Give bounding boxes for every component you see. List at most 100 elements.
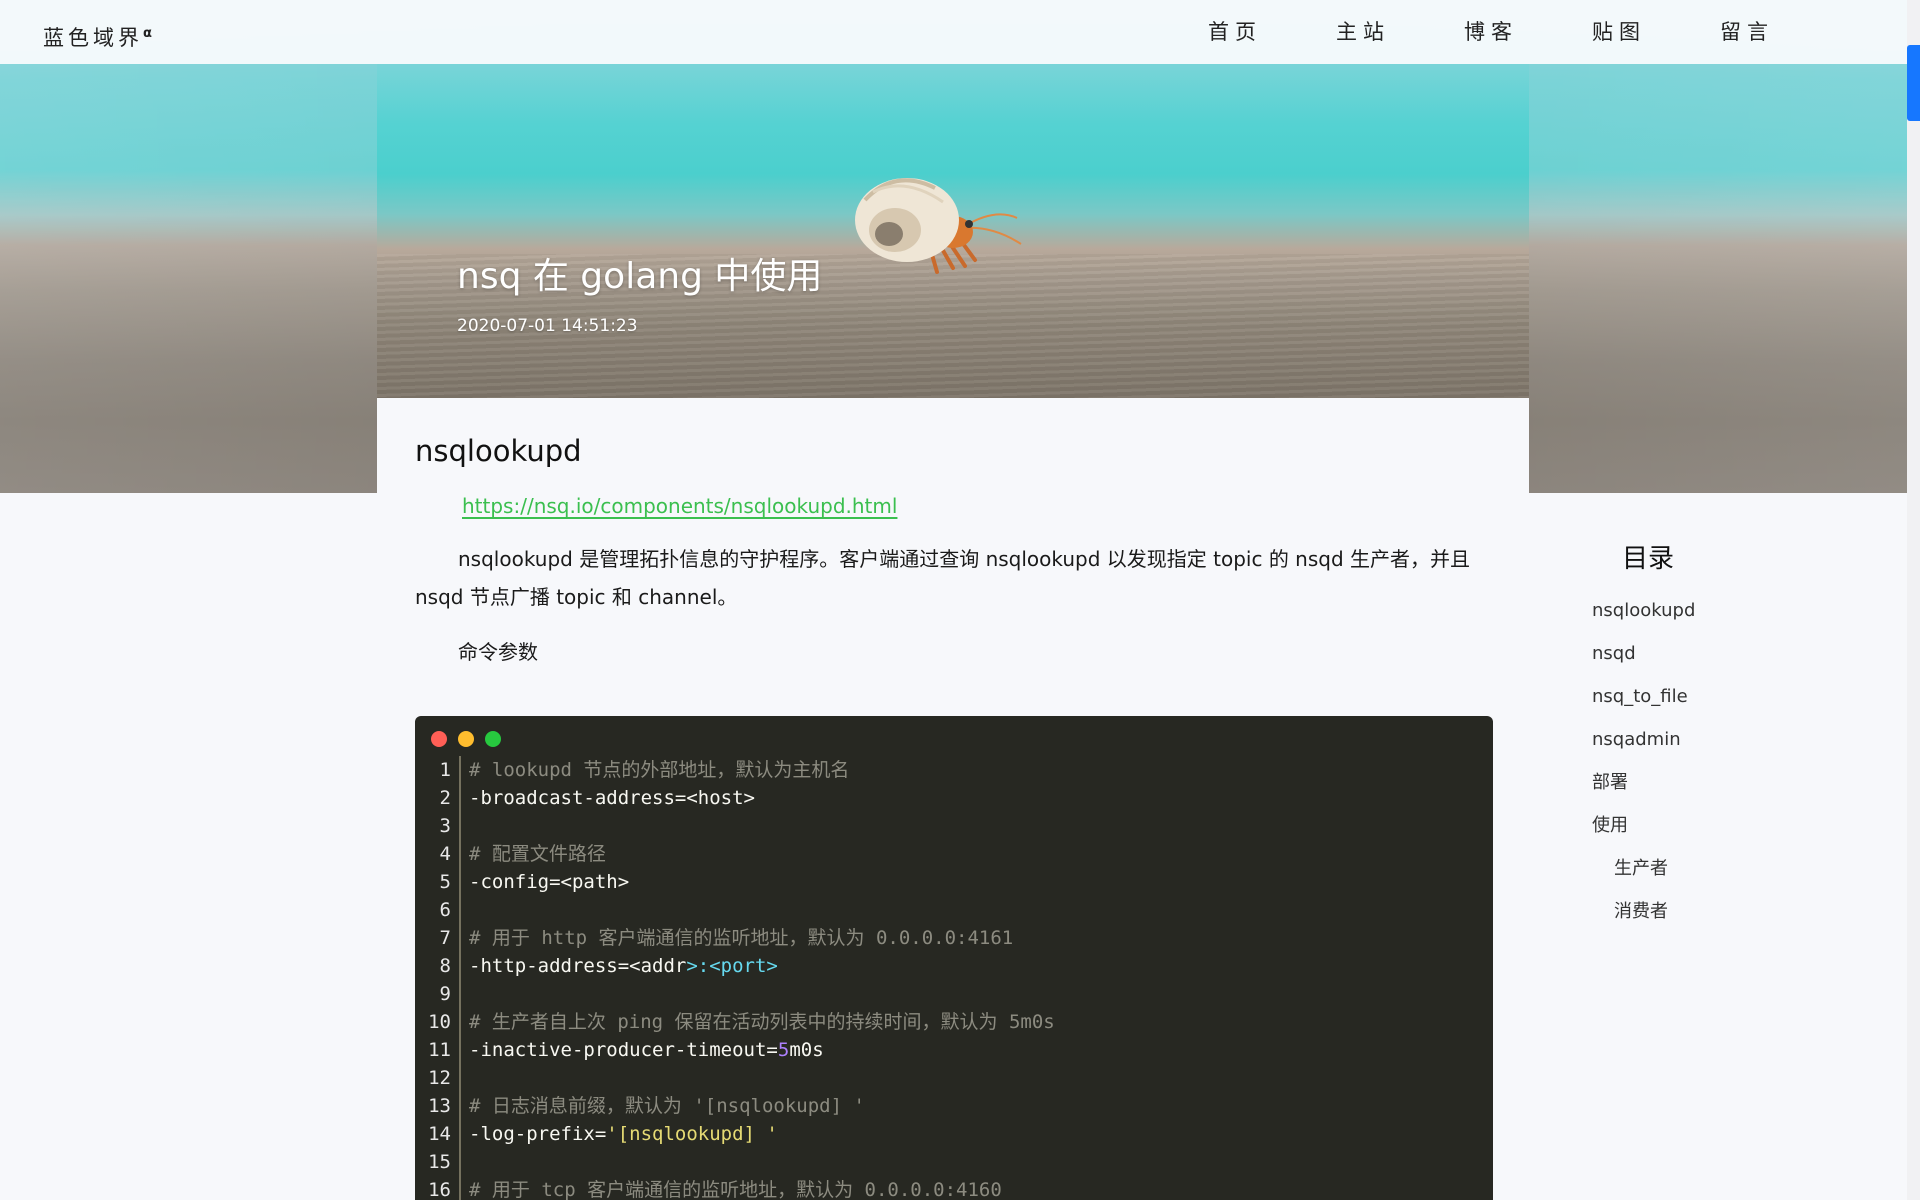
- code-token-str: '[nsqlookupd] ': [606, 1123, 778, 1145]
- code-token-comment: # 用于 http 客户端通信的监听地址，默认为 0.0.0.0:4161: [469, 927, 1014, 949]
- code-text: # 配置文件路径: [461, 840, 606, 868]
- code-token-comment: # lookupd 节点的外部地址，默认为主机名: [469, 759, 850, 781]
- nsqlookupd-docs-link[interactable]: https://nsq.io/components/nsqlookupd.htm…: [462, 494, 897, 518]
- code-line: 11 -inactive-producer-timeout=5m0s: [415, 1036, 1493, 1064]
- post-title: nsq 在 golang 中使用: [457, 256, 823, 297]
- code-token-comment: # 生产者自上次 ping 保留在活动列表中的持续时间，默认为 5m0s: [469, 1011, 1055, 1033]
- code-text: # lookupd 节点的外部地址，默认为主机名: [461, 756, 849, 784]
- code-line: 14 -log-prefix='[nsqlookupd] ': [415, 1120, 1493, 1148]
- toc-item[interactable]: nsq_to_file: [1592, 679, 1812, 722]
- code-block: 1 # lookupd 节点的外部地址，默认为主机名 2 -broadcast-add…: [415, 716, 1493, 1200]
- site-brand-name: 蓝色域界: [43, 26, 143, 50]
- line-number: 15: [415, 1148, 461, 1176]
- window-dots: [431, 731, 501, 747]
- line-number: 13: [415, 1092, 461, 1120]
- close-dot: [431, 731, 447, 747]
- hermit-crab-illustration: [855, 178, 1022, 274]
- intro-paragraph: nsqlookupd 是管理拓扑信息的守护程序。客户端通过查询 nsqlooku…: [415, 547, 1471, 609]
- top-navigation: 蓝色域界α 首页 主站 博客 贴图 留言: [0, 0, 1907, 64]
- code-token-plain: -http-address=<addr: [469, 955, 687, 977]
- minimize-dot: [458, 731, 474, 747]
- toc-item[interactable]: 使用: [1592, 808, 1812, 851]
- code-line: 16 # 用于 tcp 客户端通信的监听地址，默认为 0.0.0.0:4160: [415, 1176, 1493, 1200]
- code-line: 1 # lookupd 节点的外部地址，默认为主机名: [415, 756, 1493, 784]
- code-token-num: 5: [777, 1039, 790, 1061]
- code-line: 9: [415, 980, 1493, 1008]
- toc-item[interactable]: nsqd: [1592, 636, 1812, 679]
- nav-link-0[interactable]: 首页: [1171, 16, 1299, 46]
- code-token-comment: # 用于 tcp 客户端通信的监听地址，默认为 0.0.0.0:4160: [469, 1179, 1002, 1200]
- code-line: 2 -broadcast-address=<host>: [415, 784, 1493, 812]
- line-number: 10: [415, 1008, 461, 1036]
- toc-item[interactable]: 消费者: [1592, 894, 1812, 937]
- line-number: 11: [415, 1036, 461, 1064]
- line-number: 2: [415, 784, 461, 812]
- toc-item[interactable]: nsqlookupd: [1592, 593, 1812, 636]
- line-number: 5: [415, 868, 461, 896]
- code-line: 12: [415, 1064, 1493, 1092]
- code-token-plain: -config=<path>: [469, 871, 630, 893]
- code-token-plain: m0s: [789, 1039, 824, 1061]
- code-token-plain: -log-prefix=: [469, 1123, 607, 1145]
- code-lines: 1 # lookupd 节点的外部地址，默认为主机名 2 -broadcast-add…: [415, 756, 1493, 1200]
- code-text: -inactive-producer-timeout=5m0s: [461, 1036, 824, 1064]
- code-line: 8 -http-address=<addr>:<port>: [415, 952, 1493, 980]
- code-text: -http-address=<addr>:<port>: [461, 952, 778, 980]
- code-text: # 日志消息前缀，默认为 '[nsqlookupd] ': [461, 1092, 865, 1120]
- line-number: 9: [415, 980, 461, 1008]
- params-label: 命令参数: [458, 640, 538, 664]
- line-number: 1: [415, 756, 461, 784]
- code-line: 10 # 生产者自上次 ping 保留在活动列表中的持续时间，默认为 5m0s: [415, 1008, 1493, 1036]
- nav-links: 首页 主站 博客 贴图 留言: [1171, 16, 1811, 46]
- code-token-plain: -broadcast-address=<host>: [469, 787, 755, 809]
- code-line: 4 # 配置文件路径: [415, 840, 1493, 868]
- code-token-plain: -inactive-producer-timeout=: [469, 1039, 778, 1061]
- section-heading: nsqlookupd: [415, 434, 582, 468]
- nav-link-1[interactable]: 主站: [1299, 16, 1427, 46]
- toc-item[interactable]: nsqadmin: [1592, 722, 1812, 765]
- code-text: # 用于 http 客户端通信的监听地址，默认为 0.0.0.0:4161: [461, 924, 1013, 952]
- line-number: 6: [415, 896, 461, 924]
- toc-title: 目录: [1622, 544, 1675, 574]
- table-of-contents: 目录 nsqlookupd nsqd nsq_to_file nsqadmin 部署 使用…: [1592, 538, 1812, 937]
- toc-items: nsqlookupd nsqd nsq_to_file nsqadmin 部署 使用 生产者…: [1592, 593, 1812, 937]
- maximize-dot: [485, 731, 501, 747]
- nav-link-3[interactable]: 贴图: [1555, 16, 1683, 46]
- code-token-tag: >:<port>: [686, 955, 778, 977]
- code-text: # 用于 tcp 客户端通信的监听地址，默认为 0.0.0.0:4160: [461, 1176, 1002, 1200]
- toc-item[interactable]: 生产者: [1592, 851, 1812, 894]
- line-number: 14: [415, 1120, 461, 1148]
- nav-link-4[interactable]: 留言: [1683, 16, 1811, 46]
- article-content: nsqlookupd https://nsq.io/components/nsq…: [415, 434, 1493, 665]
- code-token-comment: # 日志消息前缀，默认为 '[nsqlookupd] ': [469, 1095, 865, 1117]
- nav-link-2[interactable]: 博客: [1427, 16, 1555, 46]
- article-hero: nsq 在 golang 中使用 2020-07-01 14:51:23: [377, 64, 1529, 398]
- code-line: 15: [415, 1148, 1493, 1176]
- line-number: 7: [415, 924, 461, 952]
- site-brand-sup: α: [143, 26, 152, 41]
- article-card: nsq 在 golang 中使用 2020-07-01 14:51:23 nsq…: [377, 64, 1529, 1200]
- code-line: 5 -config=<path>: [415, 868, 1493, 896]
- toc-item[interactable]: 部署: [1592, 765, 1812, 808]
- line-number: 16: [415, 1176, 461, 1200]
- code-text: -log-prefix='[nsqlookupd] ': [461, 1120, 778, 1148]
- line-number: 8: [415, 952, 461, 980]
- site-brand[interactable]: 蓝色域界α: [43, 22, 152, 52]
- code-line: 7 # 用于 http 客户端通信的监听地址，默认为 0.0.0.0:4161: [415, 924, 1493, 952]
- code-line: 3: [415, 812, 1493, 840]
- scrollbar-thumb[interactable]: [1907, 45, 1920, 121]
- code-text: -broadcast-address=<host>: [461, 784, 755, 812]
- line-number: 4: [415, 840, 461, 868]
- code-line: 6: [415, 896, 1493, 924]
- line-number: 3: [415, 812, 461, 840]
- code-line: 13 # 日志消息前缀，默认为 '[nsqlookupd] ': [415, 1092, 1493, 1120]
- line-number: 12: [415, 1064, 461, 1092]
- code-token-comment: # 配置文件路径: [469, 843, 606, 865]
- post-date: 2020-07-01 14:51:23: [457, 316, 638, 336]
- code-text: # 生产者自上次 ping 保留在活动列表中的持续时间，默认为 5m0s: [461, 1008, 1055, 1036]
- scrollbar-track[interactable]: [1907, 0, 1920, 1200]
